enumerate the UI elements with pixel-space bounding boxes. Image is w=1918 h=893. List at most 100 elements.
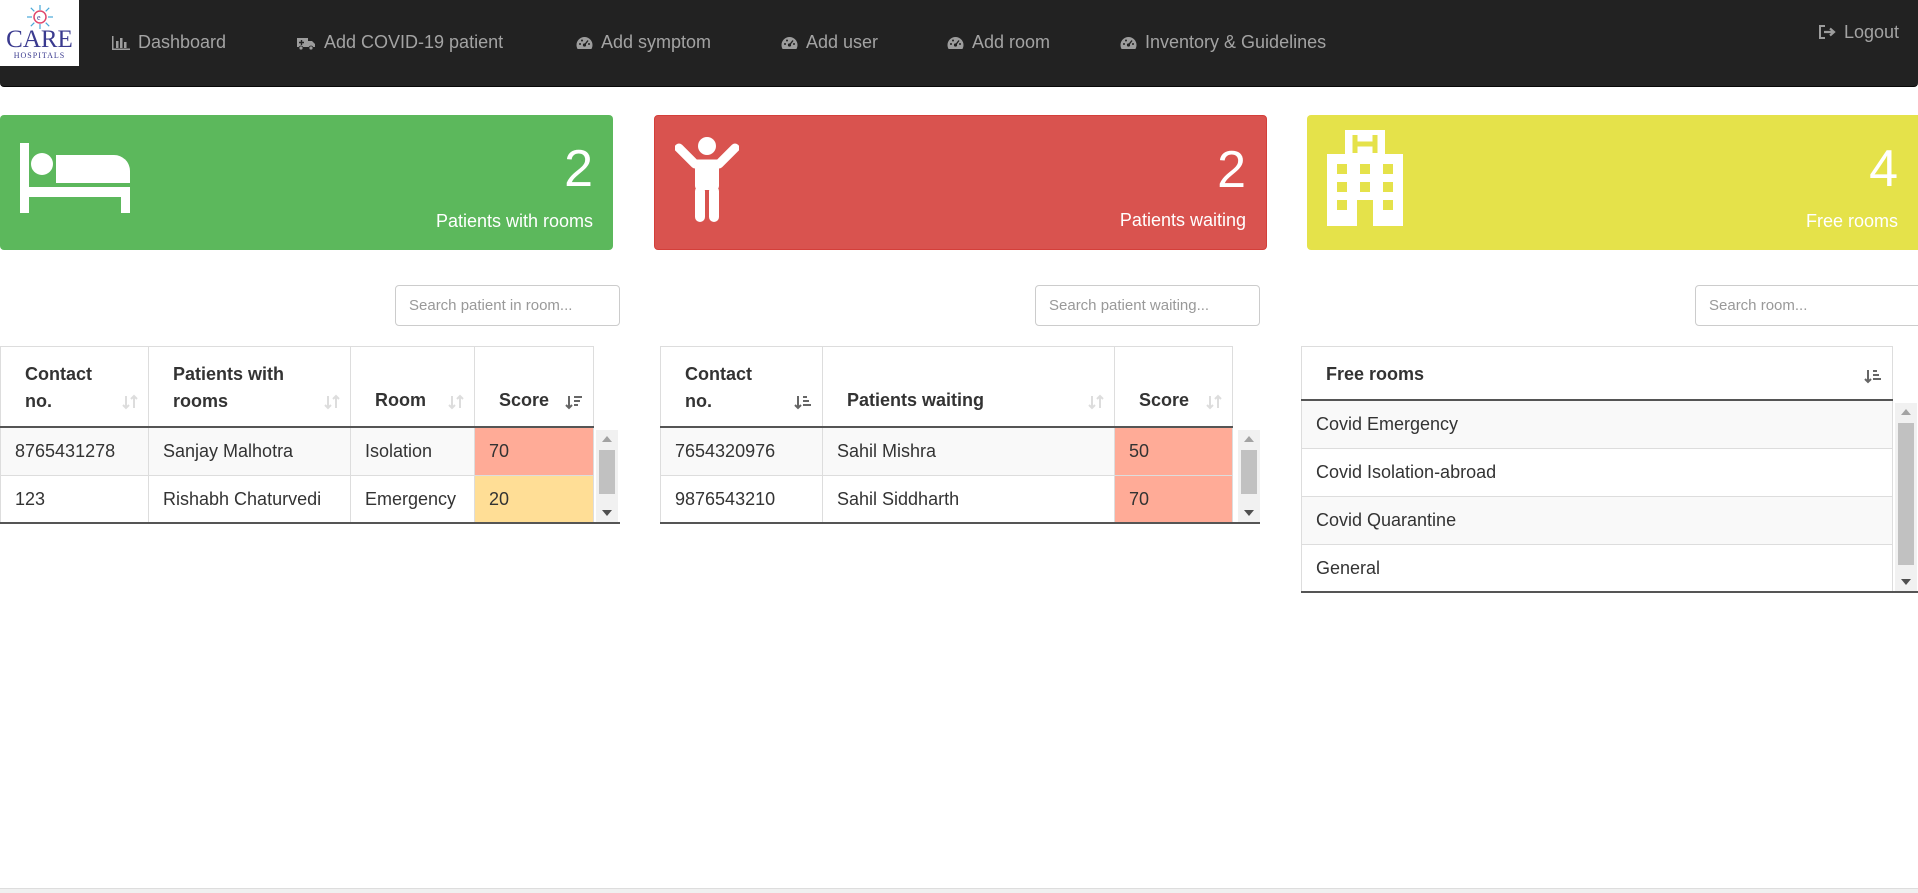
score-cell: 70 [474, 428, 594, 475]
nav-add-room-label: Add room [972, 32, 1051, 52]
top-navbar: e CARE HOSPITALS Dashboard Add COVID-19 … [0, 0, 1918, 87]
dashboard-icon [1120, 36, 1137, 49]
scrollbar[interactable] [1238, 430, 1260, 522]
sort-asc-icon [794, 396, 811, 410]
table-header: Contact no. Patients with rooms Room Sco… [0, 346, 594, 428]
scroll-up-icon[interactable] [1238, 432, 1260, 446]
score-column-header[interactable]: Score [1114, 346, 1233, 426]
contact-cell: 8765431278 [0, 428, 148, 475]
bar-chart-icon [112, 35, 130, 50]
header-label: Room [375, 390, 426, 410]
sort-icon [1206, 394, 1222, 410]
scroll-down-icon[interactable] [1238, 506, 1260, 520]
search-patient-in-room-input[interactable] [395, 285, 620, 326]
room-name-cell: Covid Quarantine [1301, 497, 1893, 544]
waiting-caption: Patients waiting [1119, 210, 1246, 230]
logout-link[interactable]: Logout [1818, 0, 1899, 66]
list-item[interactable]: Covid Emergency [1301, 401, 1893, 449]
sort-asc-icon [1864, 370, 1881, 384]
table-bottom-border [1301, 591, 1918, 593]
room-name-cell: Covid Isolation-abroad [1301, 449, 1893, 496]
table-body: 8765431278 Sanjay Malhotra Isolation 70 … [0, 428, 594, 524]
scroll-down-icon[interactable] [1895, 575, 1917, 589]
score-column-header[interactable]: Score [474, 346, 594, 426]
scroll-up-icon[interactable] [1895, 405, 1917, 419]
header-label: Contact [685, 364, 752, 384]
header-label: Free rooms [1326, 364, 1425, 384]
bed-icon [20, 143, 130, 213]
dashboard-icon [947, 36, 964, 49]
patients-waiting-panel[interactable]: 2 Patients waiting [654, 115, 1267, 250]
table-row[interactable]: 7654320976 Sahil Mishra 50 [660, 428, 1233, 476]
patients-with-rooms-panel[interactable]: 2 Patients with rooms [0, 115, 613, 250]
scroll-down-icon[interactable] [596, 506, 618, 520]
room-cell: Emergency [350, 476, 474, 523]
horizontal-scrollbar[interactable] [0, 888, 1918, 893]
patient-name-cell: Rishabh Chaturvedi [148, 476, 350, 523]
nav-add-covid-patient-label: Add COVID-19 patient [324, 32, 504, 52]
nav-dashboard[interactable]: Dashboard [111, 0, 226, 87]
sort-icon [122, 394, 138, 410]
free-rooms-column-header[interactable]: Free rooms [1301, 346, 1893, 399]
nav-add-user[interactable]: Add user [780, 0, 878, 87]
room-column-header[interactable]: Room [350, 346, 474, 426]
scrollbar-thumb[interactable] [1241, 450, 1257, 494]
rooms-count: 2 [564, 140, 593, 198]
list-item[interactable]: General [1301, 545, 1893, 593]
table-bottom-border [660, 522, 1260, 524]
nav-add-covid-patient[interactable]: Add COVID-19 patient [296, 0, 503, 87]
logout-icon [1819, 25, 1836, 39]
table-row[interactable]: 9876543210 Sahil Siddharth 70 [660, 476, 1233, 524]
nav-add-symptom[interactable]: Add symptom [575, 0, 711, 87]
dashboard-icon [576, 36, 593, 49]
contact-cell: 123 [0, 476, 148, 523]
score-cell: 20 [474, 476, 594, 523]
patients-column-header[interactable]: Patients with rooms [148, 346, 350, 426]
search-patient-waiting-input[interactable] [1035, 285, 1260, 326]
patient-name-cell: Sahil Mishra [822, 428, 1114, 475]
nav-inventory-guidelines[interactable]: Inventory & Guidelines [1119, 0, 1326, 87]
sort-icon [448, 394, 464, 410]
header-label: no. [25, 391, 52, 411]
scrollbar[interactable] [596, 430, 618, 522]
table-row[interactable]: 123 Rishabh Chaturvedi Emergency 20 [0, 476, 594, 524]
dashboard-icon [781, 36, 798, 49]
free-count: 4 [1869, 140, 1898, 198]
free-rooms-panel[interactable]: 4 Free rooms [1307, 115, 1918, 250]
ambulance-icon [297, 37, 315, 50]
search-room-input[interactable] [1695, 285, 1918, 326]
contact-column-header[interactable]: Contact no. [660, 346, 822, 426]
sort-icon [1088, 394, 1104, 410]
nav-add-room[interactable]: Add room [946, 0, 1050, 87]
rooms-caption: Patients with rooms [435, 211, 593, 231]
patient-name-cell: Sanjay Malhotra [148, 428, 350, 475]
room-name-cell: Covid Emergency [1301, 401, 1893, 448]
scrollbar-thumb[interactable] [599, 450, 615, 494]
list-item[interactable]: Covid Quarantine [1301, 497, 1893, 545]
brand-subtitle: HOSPITALS [13, 51, 66, 60]
scrollbar-thumb[interactable] [1898, 423, 1914, 565]
table-row[interactable]: 8765431278 Sanjay Malhotra Isolation 70 [0, 428, 594, 476]
patients-waiting-column-header[interactable]: Patients waiting [822, 346, 1114, 426]
contact-column-header[interactable]: Contact no. [0, 346, 148, 426]
patient-name-cell: Sahil Siddharth [822, 476, 1114, 523]
score-cell: 70 [1114, 476, 1233, 523]
table-body: 7654320976 Sahil Mishra 50 9876543210 Sa… [660, 428, 1233, 524]
nav-dashboard-label: Dashboard [138, 32, 227, 52]
header-label: no. [685, 391, 712, 411]
hospital-icon [1327, 130, 1403, 226]
dashboard-page: e CARE HOSPITALS Dashboard Add COVID-19 … [0, 0, 1918, 893]
contact-cell: 7654320976 [660, 428, 822, 475]
sort-icon [324, 394, 340, 410]
scroll-up-icon[interactable] [596, 432, 618, 446]
sort-desc-icon [565, 396, 582, 410]
nav-inventory-guidelines-label: Inventory & Guidelines [1145, 32, 1327, 52]
header-label: Patients with [173, 364, 285, 384]
score-cell: 50 [1114, 428, 1233, 475]
care-hospitals-logo[interactable]: e CARE HOSPITALS [0, 0, 79, 66]
child-icon [675, 137, 739, 222]
scrollbar[interactable] [1895, 403, 1917, 593]
table-body: Covid Emergency Covid Isolation-abroad C… [1301, 401, 1893, 593]
list-item[interactable]: Covid Isolation-abroad [1301, 449, 1893, 497]
table-header: Free rooms [1301, 346, 1893, 401]
